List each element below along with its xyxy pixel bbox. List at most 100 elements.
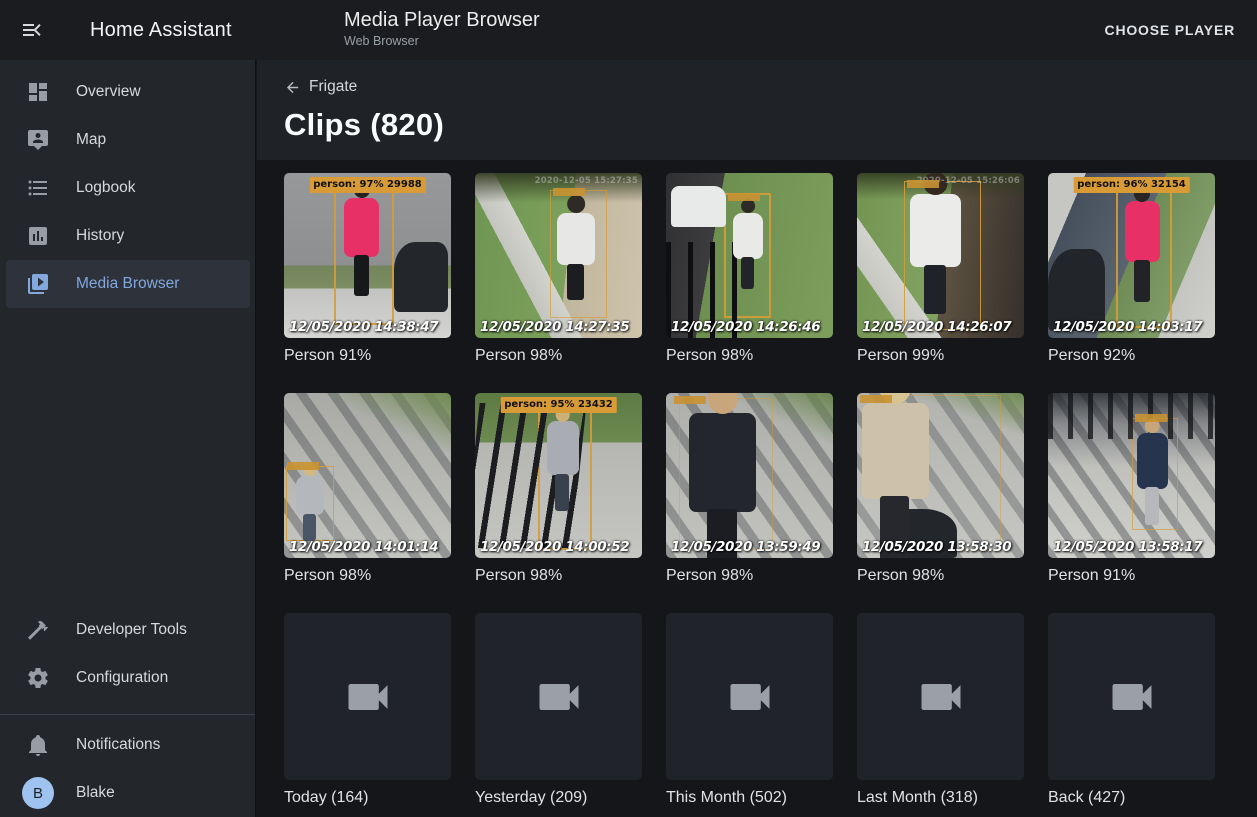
clip-item[interactable]: 12/05/2020 14:01:14Person 98% — [284, 393, 451, 585]
folder-item-today-164[interactable]: Today (164) — [284, 613, 451, 807]
video-icon — [1106, 671, 1158, 723]
sidebar-item-logbook[interactable]: Logbook — [6, 164, 250, 212]
folder-label: Last Month (318) — [857, 789, 1024, 807]
sidebar-item-history[interactable]: History — [6, 212, 250, 260]
media-grid: person: 97% 29988 12/05/2020 14:38:47 Pers… — [257, 160, 1257, 817]
clip-item[interactable]: 2020-12-05 15:26:0612/05/2020 14:26:07 Pe… — [857, 173, 1024, 365]
folder-label: Back (427) — [1048, 789, 1215, 807]
tooltip-account-icon — [26, 128, 50, 152]
page-subtitle: Web Browser — [344, 34, 540, 48]
sidebar-item-overview[interactable]: Overview — [6, 68, 250, 116]
clip-item[interactable]: 12/05/2020 13:58:30 Person 98% — [857, 393, 1024, 585]
avatar: B — [22, 777, 54, 809]
clip-thumbnail: 2020-12-05 15:26:0612/05/2020 14:26:07 — [857, 173, 1024, 338]
sidebar-item-profile[interactable]: B Blake — [6, 769, 250, 817]
sidebar-item-configuration[interactable]: Configuration — [6, 654, 250, 702]
detection-label-small — [287, 462, 319, 470]
clip-timestamp: 12/05/2020 14:03:17 — [1053, 321, 1202, 335]
dashboard-icon — [26, 80, 50, 104]
clip-thumbnail: person: 96% 32154 12/05/2020 14:03:17 — [1048, 173, 1215, 338]
video-icon — [915, 671, 967, 723]
person-figure — [733, 213, 763, 259]
sidebar-item-label: Configuration — [76, 669, 168, 687]
breadcrumb-label: Frigate — [309, 78, 357, 96]
sidebar-item-map[interactable]: Map — [6, 116, 250, 164]
detection-label: person: 96% 32154 — [1073, 177, 1190, 193]
clip-timestamp: 12/05/2020 14:38:47 — [289, 321, 438, 335]
person-figure — [296, 476, 324, 516]
folder-item-yesterday-209[interactable]: Yesterday (209) — [475, 613, 642, 807]
app-title: Home Assistant — [90, 19, 232, 42]
folder-label: Yesterday (209) — [475, 789, 642, 807]
clip-caption: Person 99% — [857, 347, 1024, 365]
folder-item-this-month-502[interactable]: This Month (502) — [666, 613, 833, 807]
sidebar-item-label: Developer Tools — [76, 621, 187, 639]
clip-item[interactable]: 12/05/2020 13:59:49 Person 98% — [666, 393, 833, 585]
profile-label: Blake — [76, 784, 115, 802]
clip-timestamp: 12/05/2020 14:01:14 — [289, 541, 438, 555]
clip-thumbnail: 12/05/2020 13:59:49 — [666, 393, 833, 558]
clip-caption: Person 91% — [1048, 567, 1215, 585]
clip-timestamp: 12/05/2020 14:26:07 — [862, 321, 1011, 335]
person-figure — [557, 213, 595, 266]
sidebar-secondary-items: Developer Tools Configuration — [0, 606, 255, 702]
clip-timestamp: 12/05/2020 13:59:49 — [671, 541, 820, 555]
list-icon — [26, 176, 50, 200]
person-figure — [547, 421, 579, 475]
clip-thumbnail: 12/05/2020 14:01:14 — [284, 393, 451, 558]
detection-label-small — [860, 395, 892, 403]
gear-icon — [26, 666, 50, 690]
scene-prop — [671, 186, 726, 227]
clip-item[interactable]: 12/05/2020 13:58:17 Person 91% — [1048, 393, 1215, 585]
detection-label-small — [907, 180, 939, 188]
top-app-bar: Home Assistant Media Player Browser Web … — [0, 0, 1257, 60]
sidebar-toggle-button[interactable] — [8, 6, 56, 54]
page-section-title: Clips (820) — [284, 107, 1233, 143]
sidebar-item-label: Overview — [76, 83, 141, 101]
clip-item[interactable]: 2020-12-05 15:27:3512/05/2020 14:27:35Pe… — [475, 173, 642, 365]
clip-timestamp: 12/05/2020 13:58:17 — [1053, 541, 1202, 555]
video-icon — [342, 671, 394, 723]
clip-thumbnail: person: 97% 29988 12/05/2020 14:38:47 — [284, 173, 451, 338]
clip-item[interactable]: person: 96% 3215412/05/2020 14:03:17Pers… — [1048, 173, 1215, 365]
scene-prop — [394, 242, 447, 311]
detection-label-small — [728, 193, 760, 201]
detection-label: person: 97% 29988 — [309, 177, 426, 193]
folder-item-back-427[interactable]: Back (427) — [1048, 613, 1215, 807]
video-icon — [533, 671, 585, 723]
clip-caption: Person 98% — [857, 567, 1024, 585]
folder-item-last-month-318[interactable]: Last Month (318) — [857, 613, 1024, 807]
bell-icon — [26, 733, 50, 757]
folder-thumbnail — [475, 613, 642, 780]
clip-item[interactable]: person: 97% 29988 12/05/2020 14:38:47 Pers… — [284, 173, 451, 365]
hammer-icon — [26, 618, 50, 642]
clip-thumbnail: 12/05/2020 13:58:17 — [1048, 393, 1215, 558]
clip-timestamp: 12/05/2020 14:00:52 — [480, 541, 629, 555]
sidebar-item-label: Media Browser — [76, 275, 179, 293]
choose-player-button[interactable]: CHOOSE PLAYER — [1105, 22, 1235, 38]
clip-item[interactable]: person: 95% 23432 12/05/2020 14:00:52 Pers… — [475, 393, 642, 585]
person-figure — [862, 403, 929, 499]
clip-thumbnail: 2020-12-05 15:27:3512/05/2020 14:27:35 — [475, 173, 642, 338]
person-figure — [1137, 433, 1169, 489]
sidebar-item-notifications[interactable]: Notifications — [6, 721, 250, 769]
clip-timestamp: 12/05/2020 13:58:30 — [862, 541, 1011, 555]
sidebar-item-developer-tools[interactable]: Developer Tools — [6, 606, 250, 654]
detection-label: person: 95% 23432 — [500, 397, 617, 413]
sidebar-item-label: Logbook — [76, 179, 135, 197]
main-content: Frigate Clips (820) person: 97% 29988 12/… — [257, 60, 1257, 817]
sidebar-item-media-browser[interactable]: Media Browser — [6, 260, 250, 308]
clip-caption: Person 98% — [475, 567, 642, 585]
clip-caption: Person 98% — [666, 567, 833, 585]
clip-item[interactable]: 12/05/2020 14:26:46Person 98% — [666, 173, 833, 365]
clip-caption: Person 91% — [284, 347, 451, 365]
play-box-multiple-icon — [26, 272, 50, 296]
folder-thumbnail — [284, 613, 451, 780]
app-root: Home Assistant Media Player Browser Web … — [0, 0, 1257, 817]
folder-thumbnail — [666, 613, 833, 780]
detection-label-small — [553, 188, 585, 196]
clip-thumbnail: person: 95% 23432 12/05/2020 14:00:52 — [475, 393, 642, 558]
content-header: Frigate Clips (820) — [257, 60, 1257, 160]
breadcrumb-back[interactable]: Frigate — [284, 78, 357, 96]
arrow-left-icon — [284, 79, 301, 96]
